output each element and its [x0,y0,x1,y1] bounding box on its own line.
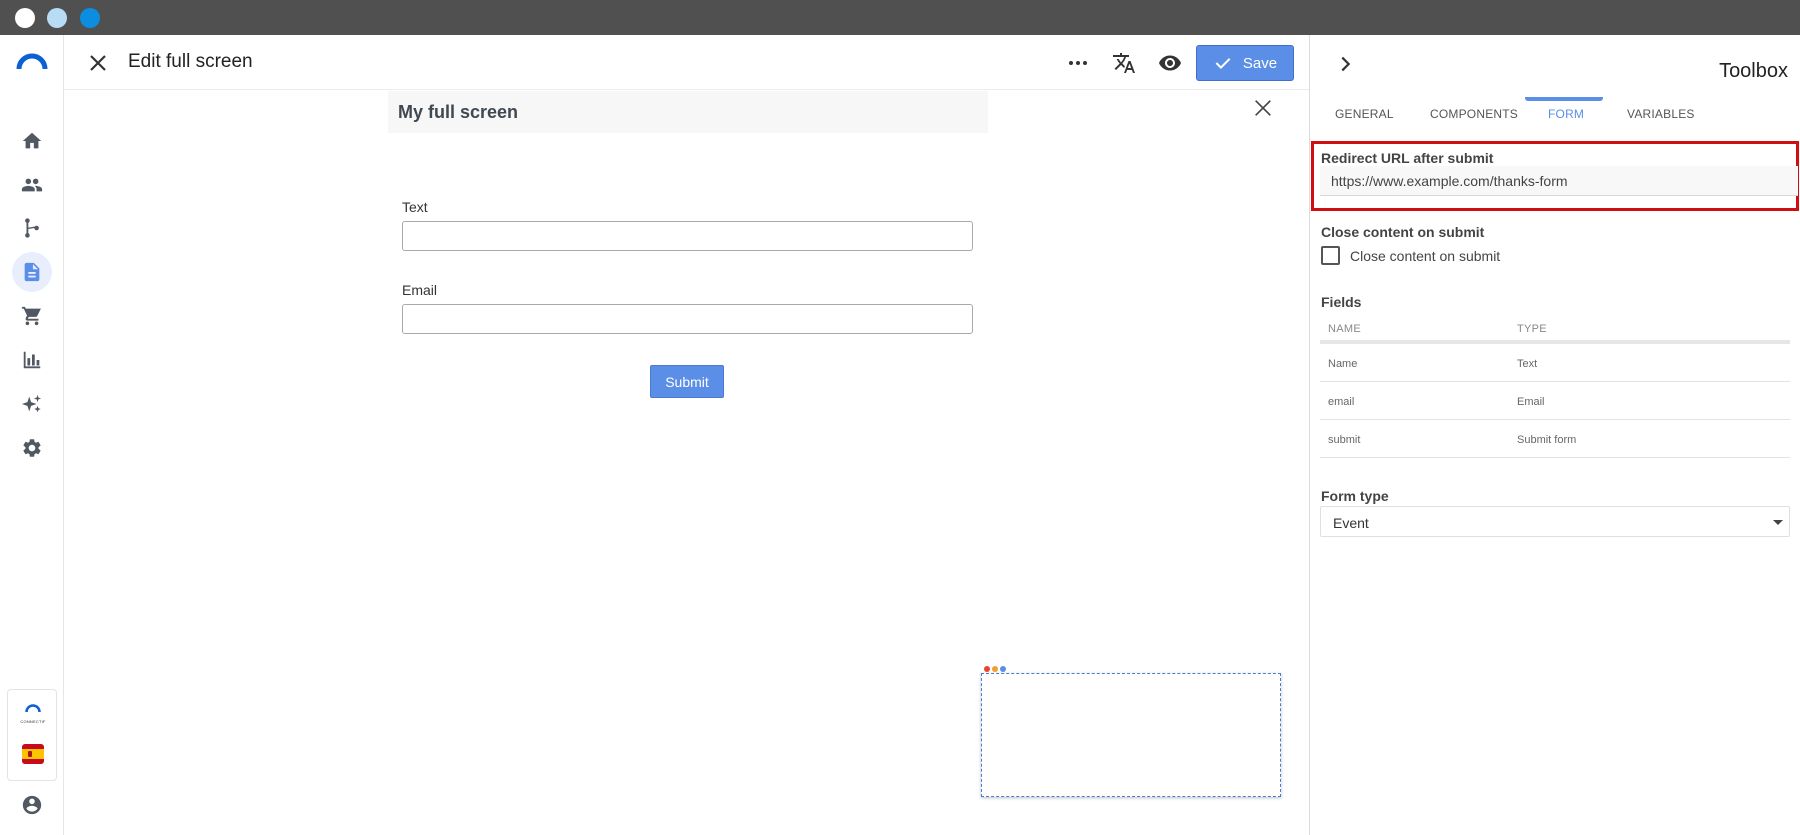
close-content-checkbox[interactable] [1321,246,1340,265]
text-input[interactable] [402,221,973,251]
sidebar-item-settings[interactable] [12,428,52,468]
tab-components[interactable]: COMPONENTS [1430,107,1518,121]
window-close-dot[interactable] [15,8,35,28]
dropdown-caret-icon [1773,520,1783,525]
close-editor-button[interactable] [86,51,110,75]
form-type-value: Event [1333,515,1369,531]
form-type-label: Form type [1321,488,1389,504]
mini-preview-dot-blue [1000,666,1006,672]
close-icon [1255,100,1271,116]
table-row[interactable]: email Email [1320,382,1790,420]
checkmark-icon [1215,58,1231,69]
screen-close-button[interactable] [1252,97,1274,119]
close-content-label: Close content on submit [1321,224,1485,240]
flow-icon [25,218,39,238]
cart-icon [21,306,41,326]
brand-logo[interactable]: CONNECTIF [16,700,50,724]
sidebar-item-workflows[interactable] [12,208,52,248]
brand-logo-icon [25,704,41,713]
save-button-label: Save [1242,54,1278,72]
close-content-checkbox-label[interactable]: Close content on submit [1350,248,1500,264]
fields-label: Fields [1321,294,1362,310]
app-logo-icon[interactable] [16,51,48,71]
tab-form[interactable]: FORM [1548,107,1584,121]
account-circle-icon [22,795,42,815]
redirect-url-input[interactable]: https://www.example.com/thanks-form [1320,166,1798,196]
redirect-url-label: Redirect URL after submit [1321,150,1494,166]
tab-variables[interactable]: VARIABLES [1627,107,1695,121]
mini-preview[interactable] [981,663,1281,797]
column-header-type: TYPE [1517,323,1547,335]
sidebar-item-content[interactable] [12,252,52,292]
translate-icon [1113,53,1135,73]
redirect-url-value: https://www.example.com/thanks-form [1331,173,1568,189]
tab-general[interactable]: GENERAL [1335,107,1394,121]
mini-preview-dot-red [984,666,990,672]
document-icon [24,262,40,282]
field-type: Submit form [1517,434,1577,446]
translate-button[interactable] [1110,49,1138,77]
mini-preview-dot-orange [992,666,998,672]
editor-header: Edit full screen Save [64,35,1309,90]
email-field-label: Email [402,282,438,298]
chart-icon [23,351,41,369]
window-maximize-dot[interactable] [80,8,100,28]
mini-preview-frame [981,673,1281,797]
editor-canvas: My full screen Text Email Submit [64,91,1309,835]
active-tab-indicator [1525,97,1603,101]
form-type-select[interactable]: Event [1320,506,1790,537]
window-titlebar [0,0,1800,35]
account-switcher: CONNECTIF [7,689,57,781]
more-horizontal-icon [1069,61,1087,65]
eye-icon [1159,55,1181,71]
brand-text: CONNECTIF [20,719,46,724]
field-name: Name [1328,358,1358,370]
sparkles-icon [21,394,42,413]
spain-flag-icon[interactable] [22,744,44,764]
column-header-name: NAME [1328,323,1361,335]
screen-header[interactable]: My full screen [388,91,988,133]
table-row[interactable]: submit Submit form [1320,420,1790,458]
fields-table: NAME TYPE Name Text email Email submit S… [1320,314,1790,458]
field-type: Text [1517,358,1538,370]
table-row[interactable]: Name Text [1320,344,1790,382]
gear-icon [23,439,41,457]
submit-button[interactable]: Submit [650,365,724,398]
window-minimize-dot[interactable] [47,8,67,28]
people-icon [21,178,43,192]
email-input[interactable] [402,304,973,334]
sidebar-item-ai[interactable] [12,384,52,424]
field-name: email [1328,396,1355,408]
fields-table-header: NAME TYPE [1320,314,1790,344]
sidebar-item-reports[interactable] [12,340,52,380]
preview-button[interactable] [1156,49,1184,77]
sidebar-item-store[interactable] [12,296,52,336]
sidebar-item-home[interactable] [12,121,52,161]
home-icon [22,132,42,149]
field-name: submit [1328,434,1361,446]
field-type: Email [1517,396,1545,408]
screen-title: My full screen [398,102,519,122]
left-nav: CONNECTIF [0,35,64,835]
save-button[interactable]: Save [1196,45,1294,81]
page-title: Edit full screen [128,51,253,72]
toolbox-title: Toolbox [1719,60,1788,82]
close-icon [90,55,106,71]
chevron-right-icon [1341,56,1351,72]
toolbox-panel: Toolbox GENERAL COMPONENTS FORM VARIABLE… [1309,35,1800,835]
toolbox-tabs: GENERAL COMPONENTS FORM VARIABLES [1310,97,1800,127]
text-field-label: Text [402,199,428,215]
collapse-toolbox-button[interactable] [1334,53,1356,75]
user-account-button[interactable] [12,785,52,825]
more-options-button[interactable] [1064,49,1092,77]
sidebar-item-contacts[interactable] [12,165,52,205]
